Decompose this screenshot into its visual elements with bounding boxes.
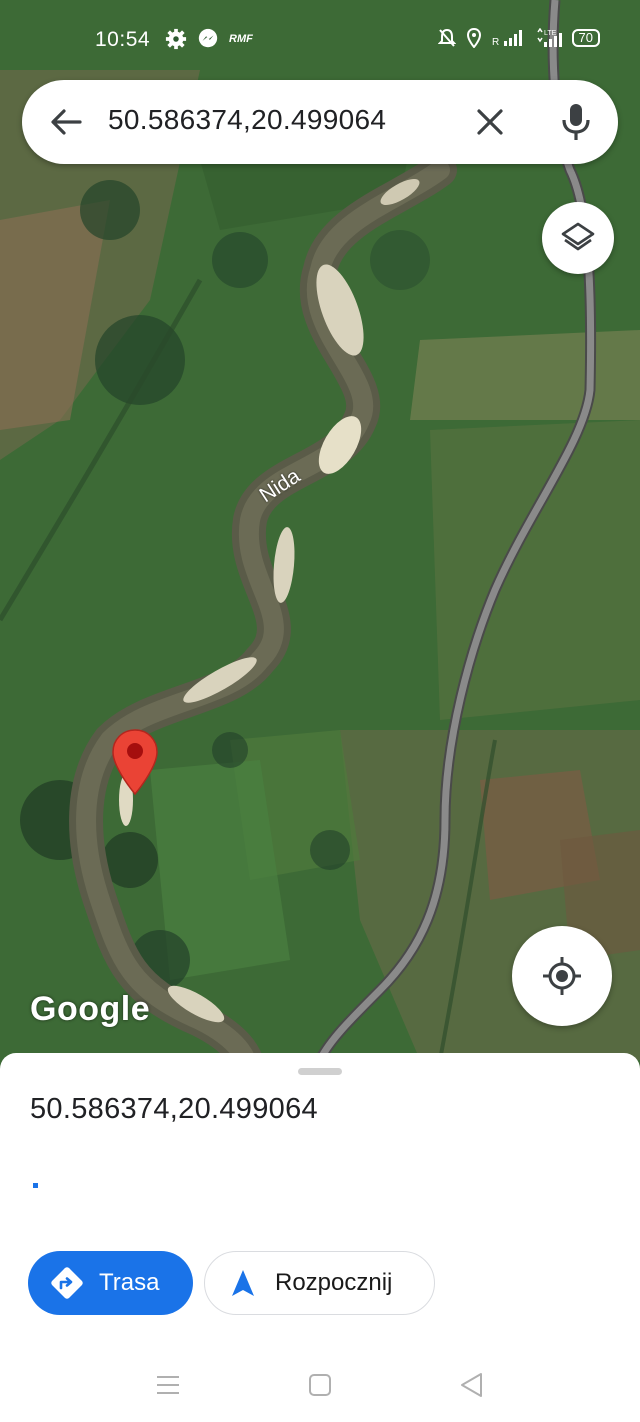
start-label: Rozpocznij [275,1269,393,1296]
back-arrow-icon[interactable] [46,102,86,142]
my-location-button[interactable] [512,926,612,1026]
search-bar[interactable]: 50.586374,20.499064 [22,80,618,164]
messenger-icon [198,28,218,48]
layers-icon [561,222,595,251]
navigation-arrow-icon [232,1270,254,1296]
svg-text:LTE: LTE [544,30,557,37]
mute-bell-icon [437,28,456,47]
start-navigation-button[interactable]: Rozpocznij [204,1251,435,1315]
location-icon [466,28,481,48]
signal-icon: R [492,30,522,47]
system-nav-bar [0,1354,640,1414]
back-icon[interactable] [457,1370,487,1400]
mic-icon[interactable] [556,100,596,144]
menu-icon[interactable] [153,1370,183,1400]
directions-label: Trasa [99,1269,160,1296]
search-input[interactable]: 50.586374,20.499064 [108,104,386,136]
directions-button[interactable]: Trasa [28,1251,193,1315]
status-bar: 10:54 RMF R LTE 70 [0,0,640,80]
rmf-icon: RMF [229,33,253,45]
layers-button[interactable] [542,202,614,274]
loading-indicator [33,1183,38,1188]
location-pin-icon[interactable] [110,728,160,798]
home-icon[interactable] [305,1370,335,1400]
my-location-icon [543,957,581,995]
google-attribution: Google [30,990,151,1028]
svg-text:R: R [492,37,499,47]
directions-icon [51,1267,83,1299]
lte-icon: LTE [536,28,562,47]
settings-icon [165,28,187,50]
clear-icon[interactable] [470,102,510,142]
drag-handle[interactable] [298,1068,342,1075]
place-title: 50.586374,20.499064 [30,1093,318,1125]
status-time: 10:54 [95,28,151,51]
battery-icon: 70 [571,29,600,47]
